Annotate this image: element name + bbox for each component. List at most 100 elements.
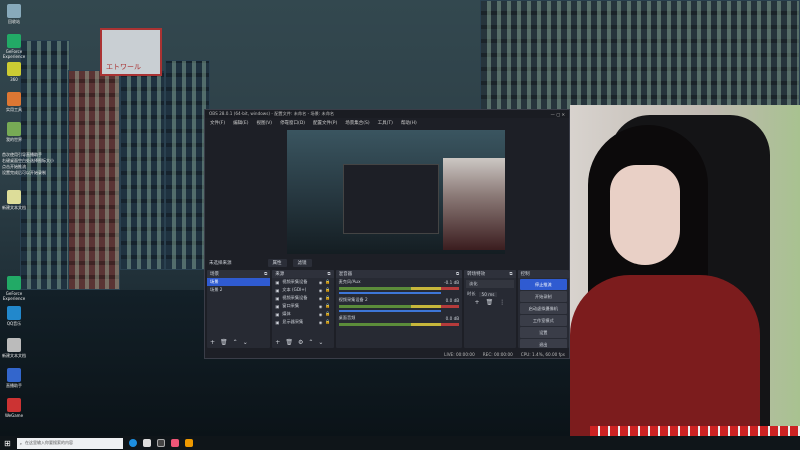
up-icon[interactable]: ⌃ [233,339,238,346]
control-button[interactable]: 退出 [519,339,567,348]
lock-icon[interactable]: 🔒 [325,303,330,309]
eye-icon[interactable]: ◉ [319,296,323,301]
lock-icon[interactable]: 🔒 [325,311,330,317]
mixer-channel: 麦克风/Aux -0.1 dB [336,278,463,294]
volume-slider[interactable] [338,310,441,312]
scene-item[interactable]: 场景 2 [207,286,270,294]
mixer-channel: 视频采集设备 2 0.0 dB [336,296,463,312]
source-type-icon: ▣ [275,287,280,293]
taskbar: ⊞ ⌕ 在这里输入你要搜索的内容 [0,436,800,450]
control-button[interactable]: 开始录制 [519,291,567,302]
volume-meter [338,323,460,326]
transitions-dock: 转场特效 ⧉ 淡化 时长 50 ms + 🗑 ⋮ [464,270,516,348]
source-item[interactable]: ▣ 视频采集设备 ◉ 🔒 [272,278,333,286]
desktop-icon[interactable]: 我的世界 [2,122,26,143]
building [120,70,165,270]
more-icon[interactable]: ⋮ [499,299,505,306]
mixer-channel: 桌面音频 0.0 dB [336,314,463,326]
edge-icon[interactable] [128,439,137,447]
source-type-icon: ▣ [275,311,280,317]
desktop-note: 首次使用引导直播助手 右键桌面空白处选择图标大小 点击开始推流 设置完成后可以开始录制 [2,152,54,175]
windows-start-icon[interactable]: ⊞ [4,439,11,448]
trash-icon[interactable]: 🗑 [220,339,228,346]
window-controls[interactable]: — ▢ ✕ [551,112,565,117]
source-item[interactable]: ▣ 窗口采集 ◉ 🔒 [272,302,333,310]
sources-dock: 来源 ⧉ ▣ 视频采集设备 ◉ 🔒 ▣ 文本 (GDI+) ◉ 🔒 ▣ 视频采集设备 ◉ 🔒 ▣ 窗口采集 ◉… [272,270,334,348]
source-item[interactable]: ▣ 文本 (GDI+) ◉ 🔒 [272,286,333,294]
volume-meter [338,305,460,308]
source-type-icon: ▣ [275,295,280,301]
app-icon[interactable] [184,439,193,447]
duration-input[interactable]: 50 ms [478,291,498,297]
filters-button[interactable]: 滤镜 [292,258,312,267]
source-type-icon: ▣ [275,279,280,285]
up-icon[interactable]: ⌃ [308,339,313,346]
lock-icon[interactable]: 🔒 [325,319,330,325]
desktop-icon[interactable]: GeForce Experience [2,276,26,301]
source-type-icon: ▣ [275,303,280,309]
control-button[interactable]: 工作室模式 [519,315,567,326]
lock-icon[interactable]: 🔒 [325,295,330,301]
desktop-icon[interactable]: QQ音乐 [2,306,26,327]
desktop-icon[interactable]: GeForce Experience [2,34,26,59]
app-icon[interactable] [170,439,179,447]
source-item[interactable]: ▣ 视频采集设备 ◉ 🔒 [272,294,333,302]
desktop-icon[interactable]: 实用工具 [2,92,26,113]
properties-button[interactable]: 属性 [267,258,287,267]
lock-icon[interactable]: 🔒 [325,279,330,285]
volume-meter [338,287,460,290]
menu-item[interactable]: 视图(V) [256,120,272,126]
scenes-dock: 场景 ⧉ 场景 场景 2 + 🗑 ⌃ ⌄ [207,270,271,348]
building [480,0,800,110]
add-icon[interactable]: + [275,339,280,346]
steam-icon[interactable] [142,439,151,447]
eye-icon[interactable]: ◉ [319,312,323,317]
add-icon[interactable]: + [475,299,480,306]
menu-item[interactable]: 文件(F) [210,120,225,126]
add-icon[interactable]: + [210,339,215,346]
down-icon[interactable]: ⌄ [243,339,248,346]
desktop-icon[interactable]: 新建文本文档 [2,190,26,211]
down-icon[interactable]: ⌄ [318,339,323,346]
transition-select[interactable]: 淡化 [466,280,514,288]
control-button[interactable]: 设置 [519,327,567,338]
eye-icon[interactable]: ◉ [319,288,323,293]
lock-icon[interactable]: 🔒 [325,287,330,293]
source-item[interactable]: ▣ 媒体 ◉ 🔒 [272,310,333,318]
eye-icon[interactable]: ◉ [319,320,323,325]
desktop-icon[interactable]: 新建文本文档 [2,338,26,359]
mixer-dock: 混音器 ⧉ 麦克风/Aux -0.1 dB 视频采集设备 2 0.0 dB 桌面音频 0.0… [335,270,463,348]
building [68,70,120,290]
menu-item[interactable]: 场景集合(S) [345,120,369,126]
menu-item[interactable]: 编辑(E) [233,120,248,126]
menu-item[interactable]: 停靠窗口(D) [280,120,305,126]
taskbar-search[interactable]: ⌕ 在这里输入你要搜索的内容 [16,437,123,449]
eye-icon[interactable]: ◉ [319,280,323,285]
source-item[interactable]: ▣ 显示器采集 ◉ 🔒 [272,318,333,326]
menu-item[interactable]: 工具(T) [378,120,393,126]
desktop-icon[interactable]: 360 [2,62,26,82]
desktop-icon[interactable]: WeGame [2,398,26,418]
webcam-overlay [570,105,800,440]
control-button[interactable]: 停止推流 [519,279,567,290]
volume-slider[interactable] [338,292,441,294]
control-button[interactable]: 启动虚拟摄像机 [519,303,567,314]
obs-window: OBS 28.0.1 (64-bit, windows) - 配置文件: 未命名… [204,109,570,359]
trash-icon[interactable]: 🗑 [285,339,293,346]
building-sign: エトワール [100,28,162,76]
desktop-icon[interactable]: 回收站 [2,4,26,25]
desktop-icon[interactable]: 直播助手 [2,368,26,389]
no-source-label: 未选择来源 [209,260,232,266]
menu-item[interactable]: 帮助(H) [401,120,417,126]
preview-canvas[interactable] [287,130,505,254]
scene-item[interactable]: 场景 [207,278,271,286]
source-type-icon: ▣ [275,319,280,325]
trash-icon[interactable]: 🗑 [486,299,494,306]
search-icon: ⌕ [19,440,22,446]
status-bar: LIVE: 00:00:00 REC: 00:00:00 CPU: 1.4%, 60… [444,352,565,357]
menu-item[interactable]: 配置文件(P) [313,120,337,126]
obs-icon[interactable] [156,439,165,447]
eye-icon[interactable]: ◉ [319,304,323,309]
gear-icon[interactable]: ⚙ [298,339,303,346]
controls-dock: 控制 停止推流 开始录制 启动虚拟摄像机 工作室模式 设置 退出 [517,270,569,348]
